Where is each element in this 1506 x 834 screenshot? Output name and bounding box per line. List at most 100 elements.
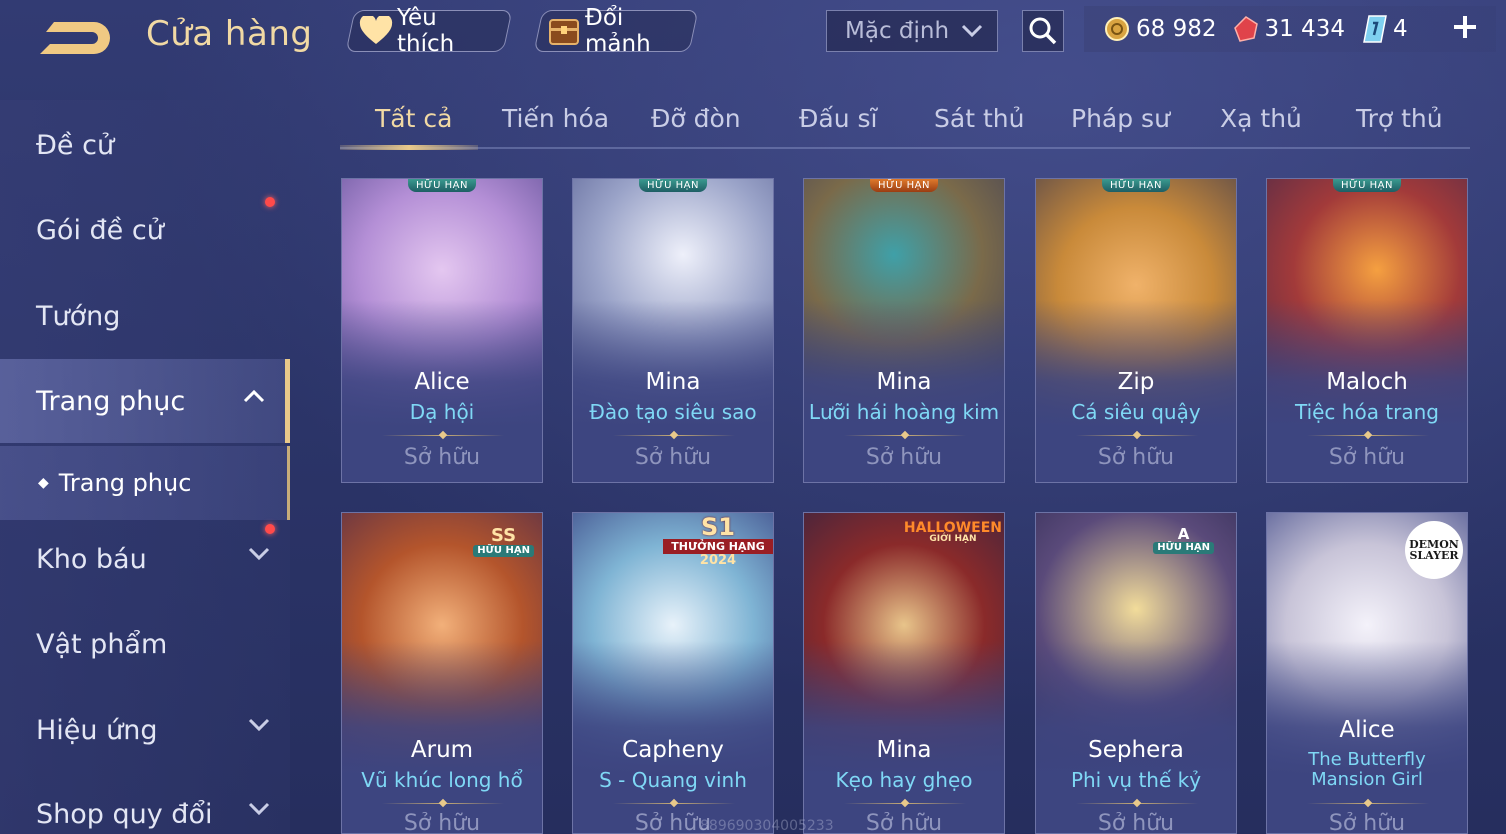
divider	[1076, 435, 1198, 436]
owned-status: Sở hữu	[1097, 811, 1175, 834]
active-tab-indicator	[340, 145, 478, 150]
currency-bar: 68 982 31 434 4	[1084, 6, 1496, 52]
sidebar-item-bundles[interactable]: Gói đề cử	[0, 188, 290, 272]
gold-currency: 68 982	[1104, 16, 1216, 42]
owned-status: Sở hữu	[403, 811, 481, 834]
skin-name: Đào tạo siêu sao	[589, 400, 757, 424]
search-icon	[1029, 17, 1057, 45]
back-arrow-icon	[40, 22, 110, 54]
tab-all[interactable]: Tất cả	[375, 104, 452, 133]
divider	[1307, 803, 1429, 804]
chevron-down-icon	[248, 802, 270, 816]
hero-name: Mina	[645, 369, 701, 395]
hero-name: Alice	[414, 369, 470, 395]
tabs-divider	[340, 147, 1470, 149]
voucher-currency: 4	[1363, 15, 1408, 43]
skin-card[interactable]: HỮU HẠN Maloch Tiệc hóa trang Sở hữu	[1266, 178, 1468, 483]
skin-card[interactable]: HALLOWEEN GIỚI HẠN Mina Kẹo hay ghẹo Sở …	[803, 512, 1005, 834]
category-tabs: Tất cả Tiến hóa Đỡ đòn Đấu sĩ Sát thủ Ph…	[340, 100, 1470, 150]
skin-card[interactable]: HỮU HẠN Alice Dạ hội Sở hữu	[341, 178, 543, 483]
chevron-down-icon	[961, 24, 983, 38]
skin-card[interactable]: A HỮU HẠN Sephera Phi vụ thế kỷ Sở hữu	[1035, 512, 1237, 834]
favorites-label: Yêu thích	[397, 5, 455, 57]
voucher-icon	[1363, 15, 1387, 43]
sidebar-item-effects[interactable]: Hiệu ứng	[0, 688, 290, 772]
skin-name: Cá siêu quậy	[1071, 400, 1201, 424]
skin-name: The Butterfly Mansion Girl	[1308, 749, 1426, 790]
top-up-button[interactable]	[1448, 10, 1482, 44]
divider	[844, 435, 966, 436]
skin-name: Phi vụ thế kỷ	[1070, 768, 1202, 792]
skin-card[interactable]: SS HỮU HẠN Arum Vũ khúc long hổ Sở hữu	[341, 512, 543, 834]
back-button[interactable]	[36, 16, 116, 60]
season-reward-badge: S1 THƯỞNG HẠNG 2024	[663, 515, 773, 567]
gold-coin-icon	[1104, 16, 1130, 42]
page-title: Cửa hàng	[146, 14, 313, 54]
watermark-text: 8896903040052​33	[700, 818, 834, 834]
skin-card[interactable]: S1 THƯỞNG HẠNG 2024 Capheny S - Quang vi…	[572, 512, 774, 834]
favorites-button[interactable]: Yêu thích	[345, 5, 513, 57]
skin-name: Vũ khúc long hổ	[361, 768, 523, 792]
sidebar-item-label: Vật phẩm	[36, 628, 168, 660]
demon-slayer-logo: DEMON SLAYER	[1405, 521, 1463, 579]
hero-name: Mina	[876, 737, 932, 763]
divider	[613, 435, 735, 436]
heart-icon	[359, 16, 393, 46]
gem-amount: 31 434	[1264, 16, 1345, 42]
sidebar-item-recommended[interactable]: Đề cử	[0, 103, 290, 187]
gem-currency: 31 434	[1234, 16, 1345, 42]
tab-fighter[interactable]: Đấu sĩ	[799, 104, 877, 133]
notification-dot	[265, 524, 275, 534]
limited-badge: HỮU HẠN	[870, 179, 938, 192]
treasure-chest-icon	[547, 14, 581, 48]
tab-marksman[interactable]: Xạ thủ	[1220, 104, 1302, 133]
skin-name: S - Quang vinh	[599, 768, 747, 792]
tab-evolution[interactable]: Tiến hóa	[502, 104, 609, 133]
skin-card[interactable]: HỮU HẠN Mina Lưỡi hái hoàng kim Sở hữu	[803, 178, 1005, 483]
sidebar-item-skins[interactable]: Trang phục	[0, 359, 290, 443]
search-button[interactable]	[1022, 10, 1064, 52]
divider	[844, 803, 966, 804]
limited-badge: HỮU HẠN	[408, 179, 476, 192]
sort-dropdown[interactable]: Mặc định	[826, 10, 998, 52]
chevron-up-icon	[243, 389, 265, 403]
tab-assassin[interactable]: Sát thủ	[934, 104, 1024, 133]
top-bar: Cửa hàng Yêu thích Đổi mảnh Mặc định 68 …	[0, 0, 1506, 80]
tab-tank[interactable]: Đỡ đòn	[651, 104, 741, 133]
owned-status: Sở hữu	[865, 445, 943, 470]
tab-mage[interactable]: Pháp sư	[1071, 104, 1170, 133]
owned-status: Sở hữu	[634, 445, 712, 470]
sidebar-item-label: Gói đề cử	[36, 214, 164, 246]
voucher-amount: 4	[1392, 16, 1408, 42]
sidebar-subitem-skins[interactable]: ◆ Trang phục	[0, 446, 290, 520]
hero-name: Sephera	[1088, 737, 1184, 763]
skin-card[interactable]: DEMON SLAYER Alice The Butterfly Mansion…	[1266, 512, 1468, 834]
tab-support[interactable]: Trợ thủ	[1356, 104, 1443, 133]
sidebar-item-treasure[interactable]: Kho báu	[0, 517, 290, 601]
rank-badge: SS HỮU HẠN	[473, 527, 534, 557]
hero-name: Alice	[1339, 717, 1395, 743]
sidebar-item-exchange-shop[interactable]: Shop quy đổi	[0, 772, 290, 834]
sidebar-item-label: Đề cử	[36, 129, 115, 161]
sidebar-item-label: Kho báu	[36, 543, 147, 575]
sidebar-item-heroes[interactable]: Tướng	[0, 274, 290, 358]
plus-icon	[1454, 16, 1476, 38]
rank-badge: A HỮU HẠN	[1153, 527, 1214, 554]
divider	[1307, 435, 1429, 436]
shard-exchange-label: Đổi mảnh	[585, 5, 651, 57]
owned-status: Sở hữu	[1097, 445, 1175, 470]
skin-name: Tiệc hóa trang	[1294, 400, 1440, 424]
skin-card[interactable]: HỮU HẠN Zip Cá siêu quậy Sở hữu	[1035, 178, 1237, 483]
sidebar-subitem-label: Trang phục	[58, 469, 192, 497]
shard-exchange-button[interactable]: Đổi mảnh	[533, 5, 699, 57]
limited-badge: HỮU HẠN	[1102, 179, 1170, 192]
sidebar-item-items[interactable]: Vật phẩm	[0, 602, 290, 686]
notification-dot	[265, 197, 275, 207]
divider	[613, 803, 735, 804]
owned-status: Sở hữu	[1328, 445, 1406, 470]
sidebar-item-label: Trang phục	[36, 385, 186, 417]
skin-card[interactable]: HỮU HẠN Mina Đào tạo siêu sao Sở hữu	[572, 178, 774, 483]
divider	[1076, 803, 1198, 804]
skin-name: Kẹo hay ghẹo	[835, 768, 973, 792]
halloween-badge: HALLOWEEN GIỚI HẠN	[903, 520, 1002, 544]
